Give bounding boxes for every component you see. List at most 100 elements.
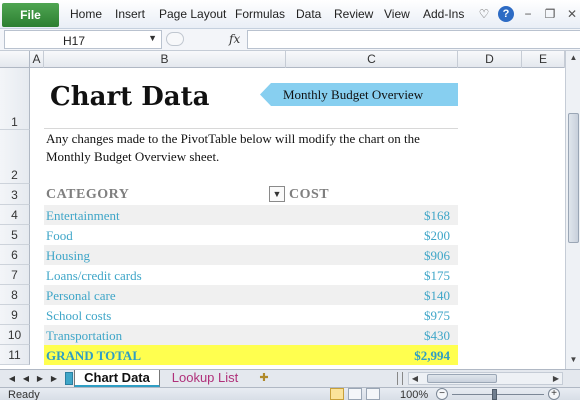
category-name: Housing	[46, 248, 91, 263]
tab-data[interactable]: Data	[296, 7, 321, 21]
vertical-scrollbar[interactable]: ▲ ▼	[565, 51, 580, 369]
cost-value: $140	[424, 288, 450, 303]
column-header-a[interactable]: A	[30, 51, 44, 68]
scroll-left-icon[interactable]: ◀	[409, 373, 421, 384]
sheet-color-marker	[65, 372, 73, 385]
cost-value: $906	[424, 248, 450, 263]
grand-total-label: GRAND TOTAL	[46, 348, 141, 363]
zoom-in-icon[interactable]: +	[548, 388, 560, 400]
status-text: Ready	[8, 389, 40, 400]
fx-icon[interactable]: fx	[229, 32, 240, 46]
tab-split-handle[interactable]	[397, 372, 403, 385]
restore-icon[interactable]: ❐	[542, 6, 558, 22]
category-name: Personal care	[46, 288, 116, 303]
status-bar: Ready 100% − +	[0, 387, 580, 400]
tab-formulas[interactable]: Formulas	[235, 7, 285, 21]
row-header-8[interactable]: 8	[0, 285, 30, 305]
name-box-value: H17	[63, 34, 86, 48]
heart-icon[interactable]: ♡	[476, 6, 492, 22]
normal-view-icon[interactable]	[330, 388, 344, 400]
cost-value: $430	[424, 328, 450, 343]
cost-header: COST	[289, 187, 330, 202]
horizontal-scroll-thumb[interactable]	[427, 374, 497, 383]
chevron-down-icon[interactable]: ▼	[148, 33, 157, 43]
divider	[44, 128, 458, 129]
row-header-7[interactable]: 7	[0, 265, 30, 285]
formula-input[interactable]	[247, 30, 580, 49]
column-header-c[interactable]: C	[286, 51, 458, 68]
zoom-out-icon[interactable]: −	[436, 388, 448, 400]
cost-value: $175	[424, 268, 450, 283]
category-name: Transportation	[46, 328, 123, 343]
table-row[interactable]: Food $200	[44, 225, 458, 245]
category-header: CATEGORY	[46, 187, 130, 202]
close-icon[interactable]: ✕	[564, 6, 580, 22]
table-row[interactable]: Entertainment $168	[44, 205, 458, 225]
window-controls: ♡ ? − ❐ ✕	[470, 5, 580, 23]
row-header-11[interactable]: 11	[0, 345, 30, 365]
table-row[interactable]: Personal care $140	[44, 285, 458, 305]
tab-view[interactable]: View	[384, 7, 410, 21]
tab-insert[interactable]: Insert	[115, 7, 145, 21]
page-title: Chart Data	[50, 82, 210, 112]
column-header-d[interactable]: D	[458, 51, 522, 68]
minimize-icon[interactable]: −	[520, 6, 536, 22]
tab-review[interactable]: Review	[334, 7, 373, 21]
select-all-corner[interactable]	[0, 51, 30, 68]
filter-dropdown-icon[interactable]: ▼	[269, 186, 285, 202]
instruction-note: Any changes made to the PivotTable below…	[46, 131, 420, 164]
file-tab[interactable]: File	[2, 3, 59, 27]
table-row[interactable]: School costs $975	[44, 305, 458, 325]
grand-total-value: $2,994	[414, 348, 450, 363]
table-row[interactable]: Transportation $430	[44, 325, 458, 345]
zoom-slider-thumb[interactable]	[492, 389, 497, 400]
formula-expand-handle[interactable]	[166, 32, 184, 46]
page-layout-view-icon[interactable]	[348, 388, 362, 400]
first-sheet-icon[interactable]: ◀	[6, 372, 18, 385]
category-name: Entertainment	[46, 208, 120, 223]
scroll-up-icon[interactable]: ▲	[567, 51, 580, 65]
row-header-4[interactable]: 4	[0, 205, 30, 225]
category-name: School costs	[46, 308, 112, 323]
new-sheet-icon[interactable]: ✚	[254, 371, 274, 386]
zoom-slider-track[interactable]	[452, 394, 544, 395]
monthly-budget-overview-link[interactable]: Monthly Budget Overview	[260, 83, 458, 106]
previous-sheet-icon[interactable]: ◀	[20, 372, 32, 385]
tab-page-layout[interactable]: Page Layout	[159, 7, 226, 21]
scroll-down-icon[interactable]: ▼	[567, 353, 580, 367]
cost-value: $168	[424, 208, 450, 223]
tab-add-ins[interactable]: Add-Ins	[423, 7, 464, 21]
sheet-tab-bar: ◀ ◀ ▶ ▶ Chart Data Lookup List ✚ ◀ ▶	[0, 369, 580, 387]
category-name: Loans/credit cards	[46, 268, 142, 283]
horizontal-scrollbar[interactable]: ◀ ▶	[408, 372, 563, 385]
row-header-3[interactable]: 3	[0, 184, 30, 205]
column-header-b[interactable]: B	[44, 51, 286, 68]
table-row[interactable]: Housing $906	[44, 245, 458, 265]
ribbon-tab-bar: File Home Insert Page Layout Formulas Da…	[0, 0, 580, 29]
row-header-10[interactable]: 10	[0, 325, 30, 345]
sheet-tab-chart-data[interactable]: Chart Data	[74, 370, 160, 387]
category-name: Food	[46, 228, 73, 243]
table-row[interactable]: Loans/credit cards $175	[44, 265, 458, 285]
grand-total-row[interactable]: GRAND TOTAL $2,994	[44, 345, 458, 365]
last-sheet-icon[interactable]: ▶	[48, 372, 60, 385]
sheet-tab-lookup-list[interactable]: Lookup List	[166, 370, 244, 387]
row-header-6[interactable]: 6	[0, 245, 30, 265]
scroll-right-icon[interactable]: ▶	[550, 373, 562, 384]
cost-value: $200	[424, 228, 450, 243]
page-break-view-icon[interactable]	[366, 388, 380, 400]
column-headers: A B C D E	[0, 51, 580, 68]
row-header-1[interactable]: 1	[0, 68, 30, 130]
column-header-e[interactable]: E	[522, 51, 565, 68]
next-sheet-icon[interactable]: ▶	[34, 372, 46, 385]
cost-value: $975	[424, 308, 450, 323]
vertical-scroll-thumb[interactable]	[568, 113, 579, 243]
tab-home[interactable]: Home	[70, 7, 102, 21]
formula-bar: H17 ▼ fx	[0, 29, 580, 51]
name-box[interactable]: H17 ▼	[4, 30, 162, 49]
row-header-2[interactable]: 2	[0, 130, 30, 184]
zoom-level[interactable]: 100%	[400, 389, 428, 400]
row-header-5[interactable]: 5	[0, 225, 30, 245]
row-header-9[interactable]: 9	[0, 305, 30, 325]
help-icon[interactable]: ?	[498, 6, 514, 22]
